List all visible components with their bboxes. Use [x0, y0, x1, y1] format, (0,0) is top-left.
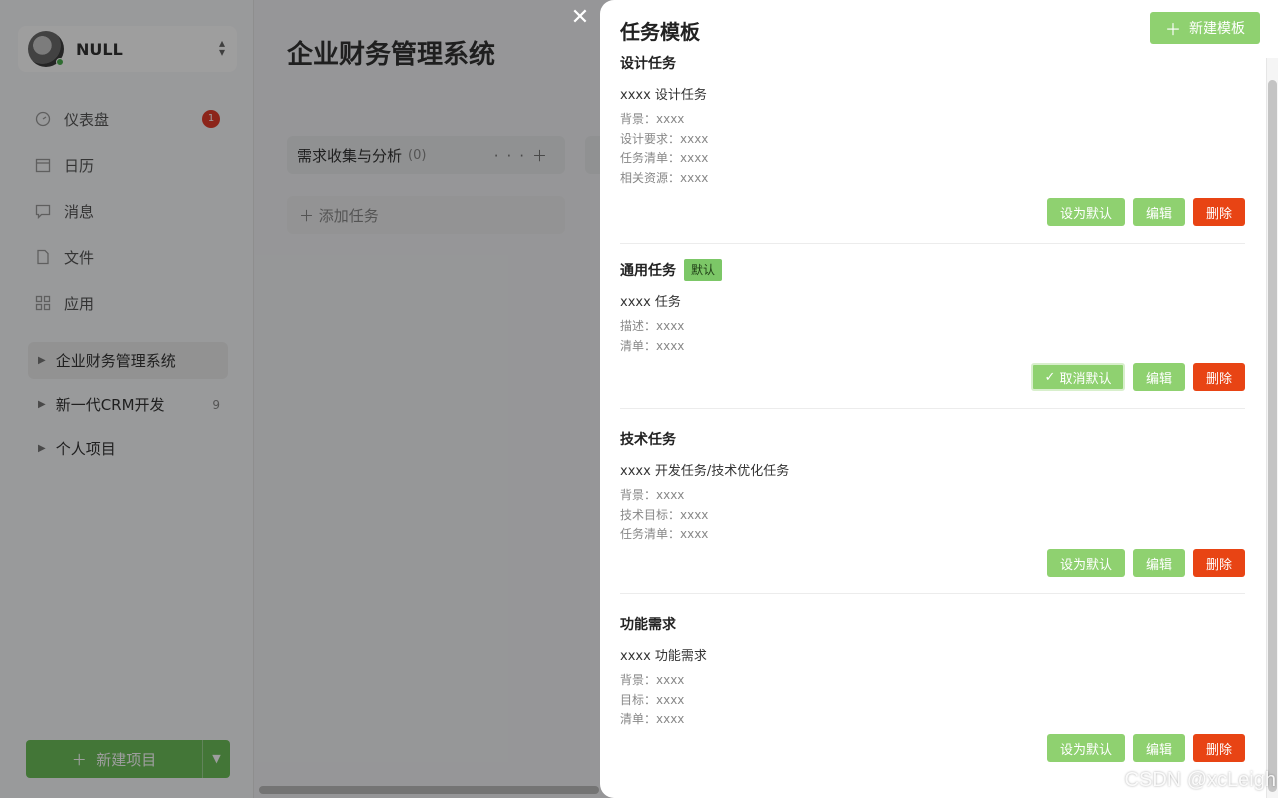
template-line: 描述：xxxx	[620, 319, 685, 333]
delete-button[interactable]: 删除	[1193, 363, 1245, 391]
template-card: 通用任务 默认 xxxx 任务 描述：xxxx 清单：xxxx ✓ 取消默认 编…	[620, 244, 1245, 409]
template-name-row: 通用任务 默认	[620, 259, 1245, 281]
delete-button[interactable]: 删除	[1193, 734, 1245, 762]
close-icon[interactable]: ✕	[568, 6, 592, 30]
delete-button[interactable]: 删除	[1193, 198, 1245, 226]
template-lines: 背景：xxxx 设计要求：xxxx 任务清单：xxxx 相关资源：xxxx	[620, 110, 1245, 188]
template-name: 技术任务	[620, 432, 676, 448]
template-actions: 设为默认 编辑 删除	[1047, 549, 1245, 577]
edit-button[interactable]: 编辑	[1133, 198, 1185, 226]
new-template-button[interactable]: ＋ 新建模板	[1150, 12, 1260, 44]
template-line: 清单：xxxx	[620, 712, 685, 726]
template-card: 设计任务 xxxx 设计任务 背景：xxxx 设计要求：xxxx 任务清单：xx…	[620, 52, 1245, 244]
set-default-button[interactable]: 设为默认	[1047, 734, 1125, 762]
template-line: 清单：xxxx	[620, 338, 685, 353]
watermark: CSDN @xcLeigh	[1124, 769, 1276, 791]
set-default-button[interactable]: 设为默认	[1047, 198, 1125, 226]
template-line: 技术目标：xxxx	[620, 507, 709, 522]
template-name: 设计任务	[620, 56, 676, 72]
delete-button[interactable]: 删除	[1193, 549, 1245, 577]
template-list: 设计任务 xxxx 设计任务 背景：xxxx 设计要求：xxxx 任务清单：xx…	[620, 52, 1245, 779]
template-lines: 背景：xxxx 目标：xxxx 清单：xxxx	[620, 671, 1245, 730]
template-name: 功能需求	[620, 617, 676, 633]
template-card: 技术任务 xxxx 开发任务/技术优化任务 背景：xxxx 技术目标：xxxx …	[620, 409, 1245, 594]
template-line: 背景：xxxx	[620, 488, 685, 502]
template-lines: 背景：xxxx 技术目标：xxxx 任务清单：xxxx	[620, 486, 1245, 545]
set-default-button[interactable]: 设为默认	[1047, 549, 1125, 577]
plus-icon: ＋	[1164, 20, 1181, 39]
cancel-default-label: 取消默认	[1059, 371, 1112, 387]
template-line: 相关资源：xxxx	[620, 170, 709, 185]
vertical-scrollbar-thumb[interactable]	[1268, 80, 1277, 792]
template-name: 通用任务	[620, 263, 676, 279]
template-lines: 描述：xxxx 清单：xxxx	[620, 317, 1245, 356]
drawer-title: 任务模板	[620, 20, 700, 44]
edit-button[interactable]: 编辑	[1133, 549, 1185, 577]
template-line: 背景：xxxx	[620, 112, 685, 126]
template-drawer: 任务模板 ＋ 新建模板 设计任务 xxxx 设计任务 背景：xxxx 设计要求：…	[600, 0, 1280, 798]
template-line: 目标：xxxx	[620, 692, 685, 707]
new-template-label: 新建模板	[1189, 21, 1245, 37]
edit-button[interactable]: 编辑	[1133, 363, 1185, 391]
edit-button[interactable]: 编辑	[1133, 734, 1185, 762]
cancel-default-button[interactable]: ✓ 取消默认	[1031, 363, 1125, 391]
template-line: 背景：xxxx	[620, 673, 685, 687]
check-icon: ✓	[1044, 369, 1056, 385]
template-desc: xxxx 开发任务/技术优化任务	[620, 464, 790, 479]
template-actions: 设为默认 编辑 删除	[1047, 198, 1245, 226]
default-tag: 默认	[684, 259, 723, 281]
template-actions: 设为默认 编辑 删除	[1047, 734, 1245, 762]
template-desc: xxxx 任务	[620, 295, 681, 310]
template-desc: xxxx 功能需求	[620, 649, 707, 664]
template-line: 设计要求：xxxx	[620, 131, 709, 146]
template-line: 任务清单：xxxx	[620, 151, 709, 165]
template-desc: xxxx 设计任务	[620, 88, 707, 103]
template-actions: ✓ 取消默认 编辑 删除	[1031, 363, 1245, 391]
template-card: 功能需求 xxxx 功能需求 背景：xxxx 目标：xxxx 清单：xxxx 设…	[620, 594, 1245, 779]
template-line: 任务清单：xxxx	[620, 527, 709, 541]
